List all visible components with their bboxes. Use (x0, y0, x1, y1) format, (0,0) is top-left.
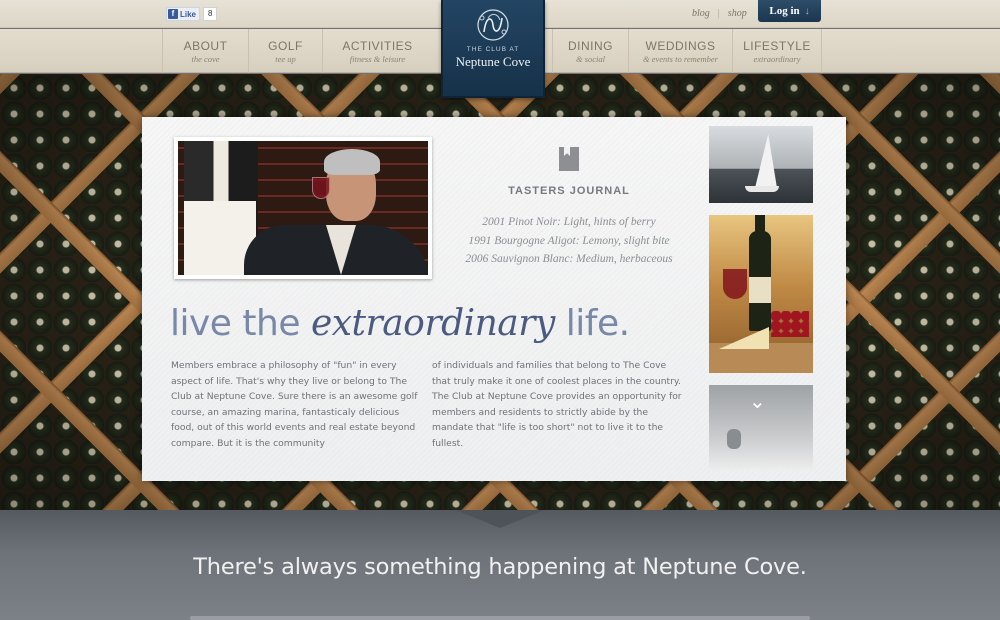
nav-item-lifestyle[interactable]: LIFESTYLE extraordinary (732, 29, 822, 73)
facebook-like-widget[interactable]: f Like 8 (166, 7, 218, 21)
sailboat-photo[interactable] (709, 126, 813, 203)
journal-list: 2001 Pinot Noir: Light, hints of berry 1… (464, 213, 674, 269)
nav-item-golf[interactable]: GOLF tee up (248, 29, 322, 73)
utility-links: blog | shop (692, 8, 747, 19)
nav-subtitle: fitness & leisure (349, 53, 406, 64)
wine-and-cheese-photo[interactable] (709, 215, 813, 373)
site-logo[interactable]: THE CLUB AT Neptune Cove (441, 0, 545, 98)
chevron-down-icon[interactable]: ⌄ (749, 391, 766, 411)
shop-link[interactable]: shop (728, 8, 747, 19)
nav-subtitle: the cove (191, 53, 220, 64)
feature-photo (174, 137, 432, 279)
tagline-pre: live the (170, 303, 311, 344)
login-button[interactable]: Log in ↓ (758, 0, 821, 22)
nav-subtitle: tee up (275, 53, 296, 64)
logo-tagline: THE CLUB AT (466, 46, 520, 53)
events-banner: There's always something happening at Ne… (0, 510, 1000, 620)
body-column-2: of individuals and families that belong … (432, 360, 682, 449)
book-icon (559, 147, 579, 171)
tagline-emphasis: extraordinary (310, 303, 555, 344)
journal-entry: 1991 Bourgogne Aligot: Lemony, slight bi… (468, 234, 670, 247)
nav-item-dining[interactable]: DINING & social (552, 29, 628, 73)
outdoor-photo[interactable]: ⌄ (709, 385, 813, 471)
grapes (771, 311, 809, 337)
facebook-icon: f (168, 9, 178, 19)
man-hair (324, 149, 380, 175)
nav-title: WEDDINGS (645, 38, 716, 53)
nav-item-about[interactable]: ABOUT the cove (162, 29, 248, 73)
nav-title: LIFESTYLE (743, 38, 811, 53)
nav-subtitle: & events to remember (643, 53, 718, 64)
journal-entry: 2001 Pinot Noir: Light, hints of berry (482, 216, 656, 228)
nav-title: GOLF (268, 38, 303, 53)
journal-entry: 2006 Sauvignon Blanc: Medium, herbaceous (465, 253, 673, 265)
blog-link[interactable]: blog (692, 8, 710, 19)
facebook-like-count: 8 (203, 7, 218, 21)
link-divider: | (717, 8, 720, 19)
person-figure (727, 429, 741, 449)
body-column-1: Members embrace a philosophy of "fun" in… (171, 360, 418, 449)
banner-divider (190, 616, 810, 620)
arrow-down-icon: ↓ (804, 5, 810, 17)
man-drinking-wine-photo (178, 141, 428, 275)
login-label: Log in (769, 5, 800, 17)
sail-shape (755, 134, 777, 188)
banner-notch (456, 510, 544, 528)
nav-title: ACTIVITIES (342, 38, 413, 53)
page-tagline: live the extraordinary life. (170, 303, 630, 344)
nav-item-weddings[interactable]: WEDDINGS & events to remember (628, 29, 732, 73)
wine-glass (723, 269, 747, 299)
nav-title: ABOUT (183, 38, 228, 53)
tasters-journal: TASTERS JOURNAL 2001 Pinot Noir: Light, … (464, 147, 674, 269)
logo-name: Neptune Cove (455, 54, 531, 69)
tagline-post: life. (554, 303, 630, 344)
nav-item-activities[interactable]: ACTIVITIES fitness & leisure (322, 29, 432, 73)
nav-subtitle: & social (575, 53, 606, 64)
events-banner-text: There's always something happening at Ne… (193, 554, 807, 580)
bottle-label (749, 277, 771, 303)
facebook-like-label: Like (180, 9, 197, 19)
boat-hull (745, 186, 779, 192)
monogram-icon (477, 9, 509, 41)
wine-glass (312, 177, 330, 199)
facebook-like-button[interactable]: f Like (166, 7, 201, 21)
nav-subtitle: extraordinary (753, 53, 801, 64)
nav-title: DINING (568, 38, 613, 53)
content-panel: TASTERS JOURNAL 2001 Pinot Noir: Light, … (142, 117, 846, 481)
journal-title: TASTERS JOURNAL (508, 185, 630, 197)
